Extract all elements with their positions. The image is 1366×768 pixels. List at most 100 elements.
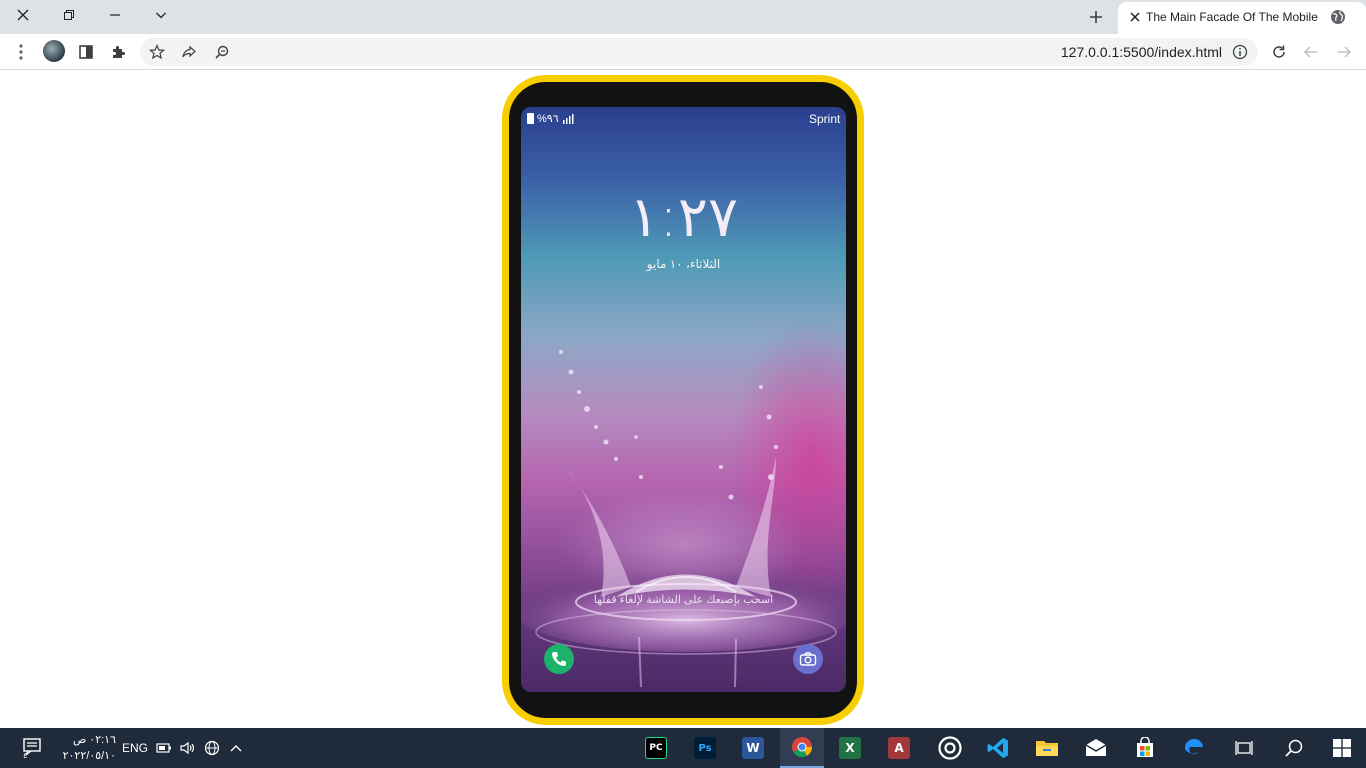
restore-icon — [64, 10, 74, 20]
tab-close-button[interactable] — [1126, 8, 1144, 26]
taskbar-app-chrome[interactable] — [780, 728, 824, 768]
volume-icon — [180, 741, 195, 755]
status-bar: %٩٦ Sprint — [521, 107, 846, 129]
language-indicator[interactable]: ENG — [120, 728, 150, 768]
share-button[interactable] — [178, 41, 200, 63]
window-restore-button[interactable] — [46, 0, 92, 30]
close-icon — [17, 9, 29, 21]
window-close-button[interactable] — [0, 0, 46, 30]
browser-toolbar: 127.0.0.1:5500/index.html — [0, 34, 1366, 70]
status-indicators: %٩٦ — [527, 111, 576, 125]
signal-icon — [562, 113, 574, 124]
file-explorer-icon — [1036, 741, 1058, 756]
battery-icon — [527, 112, 534, 124]
taskbar-app-vscode[interactable] — [976, 728, 1020, 768]
share-icon — [182, 45, 196, 58]
phone-icon — [552, 652, 566, 666]
reload-button[interactable] — [1268, 41, 1290, 63]
tab-search-button[interactable] — [138, 0, 184, 30]
taskbar-app-photoshop[interactable]: Ps — [683, 728, 727, 768]
task-view-icon — [1235, 741, 1253, 755]
carrier-name: Sprint — [809, 112, 841, 126]
side-panel-icon — [79, 45, 93, 59]
notification-count: ٤ — [23, 751, 27, 759]
tray-time: ٠٢:١٦ ص — [72, 734, 116, 746]
back-button[interactable] — [1300, 41, 1322, 63]
window-minimize-button[interactable] — [92, 0, 138, 30]
taskbar-app-edge[interactable] — [1172, 728, 1216, 768]
camera-icon — [799, 652, 817, 666]
chrome-icon — [792, 737, 813, 758]
new-tab-button[interactable] — [1084, 5, 1108, 29]
profile-avatar[interactable] — [43, 40, 65, 62]
network-tray-button[interactable] — [202, 728, 222, 768]
taskbar-app-pycharm[interactable]: PC — [634, 728, 678, 768]
start-button[interactable] — [1320, 728, 1364, 768]
menu-button[interactable] — [10, 41, 32, 63]
water-splash-image — [521, 350, 846, 688]
edge-icon — [1184, 738, 1203, 755]
vscode-icon — [987, 738, 1008, 758]
pycharm-icon: PC — [645, 737, 667, 759]
taskbar: ٤ ٠٢:١٦ ص ٢٠٢٢/٠٥/١٠ ENG PC Ps W X A — [0, 728, 1366, 768]
phone-frame: %٩٦ Sprint ١:٢٧ الثلاثاء، ١٠ مايو اسحب ب… — [502, 75, 864, 725]
clock-tray[interactable]: ٠٢:١٦ ص ٢٠٢٢/٠٥/١٠ — [52, 732, 116, 764]
volume-tray-button[interactable] — [178, 728, 198, 768]
star-icon — [149, 44, 165, 60]
close-icon — [1130, 12, 1140, 22]
zoom-button[interactable] — [211, 41, 233, 63]
extensions-button[interactable] — [107, 41, 129, 63]
globe-icon — [204, 740, 220, 756]
taskbar-app-word[interactable]: W — [731, 728, 775, 768]
tab-active[interactable]: The Main Facade Of The Mobile — [1118, 2, 1366, 34]
chevron-up-icon — [230, 745, 242, 752]
taskbar-app-file-explorer[interactable] — [1025, 728, 1069, 768]
minimize-icon — [110, 14, 120, 16]
photoshop-icon: Ps — [694, 737, 716, 759]
info-icon — [1232, 44, 1248, 60]
lock-screen[interactable]: %٩٦ Sprint ١:٢٧ الثلاثاء، ١٠ مايو اسحب ب… — [521, 107, 846, 692]
taskbar-app-store[interactable] — [1123, 728, 1167, 768]
battery-percentage: %٩٦ — [537, 112, 559, 125]
taskbar-app-access[interactable]: A — [877, 728, 921, 768]
task-view-button[interactable] — [1222, 728, 1266, 768]
notification-icon: ٤ — [23, 738, 41, 759]
arrow-left-icon — [1303, 46, 1317, 58]
site-info-button[interactable] — [1229, 41, 1251, 63]
url-text[interactable]: 127.0.0.1:5500/index.html — [1050, 44, 1222, 60]
taskbar-app-obs[interactable] — [928, 728, 972, 768]
taskbar-app-excel[interactable]: X — [828, 728, 872, 768]
side-panel-button[interactable] — [75, 41, 97, 63]
chevron-down-icon — [156, 12, 166, 19]
forward-button[interactable] — [1333, 41, 1355, 63]
mail-icon — [1085, 739, 1107, 756]
globe-icon — [1331, 10, 1345, 24]
arrow-right-icon — [1338, 46, 1352, 58]
show-hidden-icons-button[interactable] — [226, 728, 246, 768]
taskbar-app-mail[interactable] — [1074, 728, 1118, 768]
battery-tray-button[interactable] — [154, 728, 174, 768]
phone-shortcut-button[interactable] — [544, 644, 574, 674]
search-icon — [1285, 739, 1303, 757]
tray-date: ٢٠٢٢/٠٥/١٠ — [62, 750, 116, 762]
more-vert-icon — [19, 44, 23, 60]
store-icon — [1137, 737, 1153, 757]
tab-title: The Main Facade Of The Mobile — [1146, 10, 1318, 24]
reload-icon — [1273, 45, 1285, 58]
unlock-hint: اسحب بإصبعك على الشاشة لإلغاء قفلها — [593, 594, 774, 606]
camera-shortcut-button[interactable] — [793, 644, 823, 674]
windows-start-icon — [1333, 739, 1351, 757]
zoom-icon — [215, 45, 229, 59]
access-icon: A — [888, 737, 910, 759]
puzzle-icon — [113, 46, 125, 58]
notification-center-button[interactable]: ٤ — [14, 728, 50, 768]
tab-strip: The Main Facade Of The Mobile — [0, 0, 1366, 34]
word-icon: W — [742, 737, 764, 759]
search-button[interactable] — [1272, 728, 1316, 768]
lock-screen-clock: ١:٢٧ — [628, 185, 739, 250]
obs-icon — [938, 736, 962, 760]
bookmark-button[interactable] — [146, 41, 168, 63]
battery-icon — [156, 743, 171, 753]
lock-screen-date: الثلاثاء، ١٠ مايو — [646, 257, 721, 271]
excel-icon: X — [839, 737, 861, 759]
